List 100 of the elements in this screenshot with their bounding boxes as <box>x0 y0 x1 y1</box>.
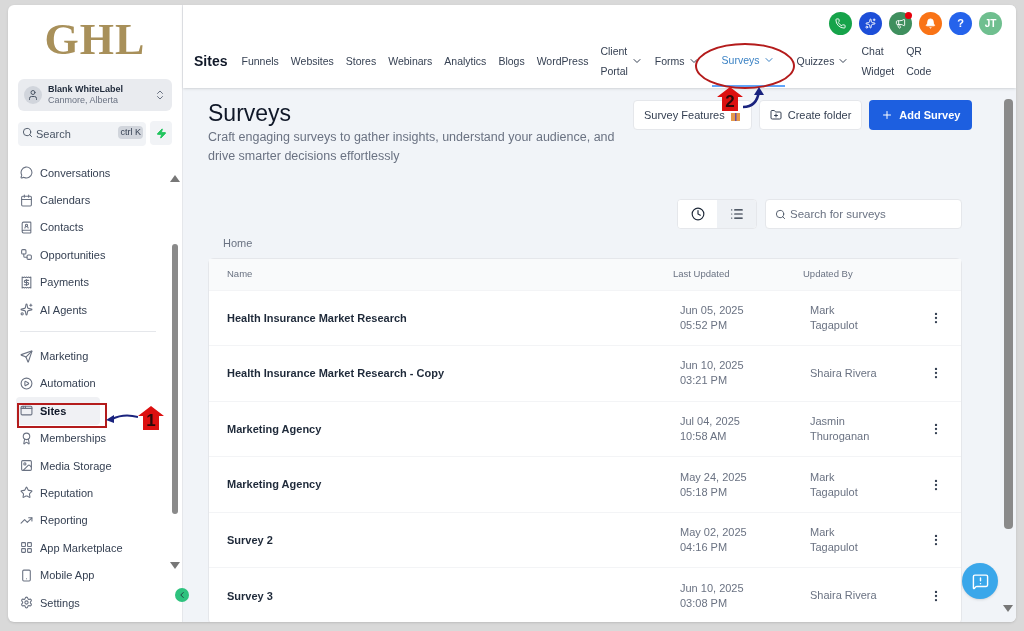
section-title: Sites <box>194 51 228 71</box>
sparkle-icon <box>865 18 876 29</box>
logo: GHL <box>43 14 147 66</box>
nav-tab[interactable]: Webinars <box>388 35 433 87</box>
notifications-button[interactable] <box>919 12 942 35</box>
scroll-down-icon <box>170 562 180 569</box>
nav-tab[interactable]: Blogs <box>498 35 525 87</box>
paper-plane-icon <box>20 349 33 363</box>
table-row[interactable]: Survey 2 May 02, 2025 04:16 PM Mark Tagapulot <box>209 512 961 569</box>
nav-tab[interactable]: Analytics <box>444 35 487 87</box>
address-book-icon <box>20 220 33 234</box>
nav-tab[interactable]: Chat Widget <box>861 35 895 87</box>
nav-item[interactable]: Conversations <box>16 159 119 187</box>
create-folder-button[interactable]: Create folder <box>758 100 863 130</box>
browser-window-icon <box>20 404 33 418</box>
last-updated-cell-text: Jun 10, 2025 03:21 PM <box>680 358 745 389</box>
nav-item[interactable]: Memberships <box>16 424 115 452</box>
nav-tab[interactable]: Forms <box>654 35 700 87</box>
nav-item[interactable]: Media Storage <box>16 451 120 480</box>
star-icon <box>20 486 33 500</box>
add-survey-button[interactable]: Add Survey <box>869 100 973 130</box>
settings-icon <box>20 596 33 610</box>
nav-item[interactable]: Calendars <box>16 186 100 214</box>
nav-item[interactable]: Automation <box>16 369 104 398</box>
updated-by-cell-text: Mark Tagapulot <box>810 302 859 333</box>
user-icon <box>24 86 42 104</box>
nav-tab[interactable]: Client Portal <box>600 35 643 87</box>
sparkle-icon <box>20 303 33 317</box>
shortcut-hint: ctrl K <box>118 126 143 139</box>
nav-item[interactable]: Sites <box>16 397 100 425</box>
nav-tab[interactable]: Quizzes <box>796 35 850 87</box>
nav-item[interactable]: Mobile App <box>16 561 103 589</box>
search-icon <box>775 209 786 220</box>
grid-icon <box>20 541 33 555</box>
nav-tab[interactable]: Surveys <box>711 35 785 87</box>
arrow-icon <box>743 87 767 111</box>
survey-search-field[interactable]: Search for surveys <box>765 199 962 229</box>
last-updated-cell-text: May 02, 2025 04:16 PM <box>680 525 748 556</box>
last-updated-cell-text: Jun 10, 2025 03:08 PM <box>680 580 745 611</box>
table-row[interactable]: Marketing Agency May 24, 2025 05:18 PM Mark Tagapulot <box>209 457 961 513</box>
nav-item[interactable]: Marketing <box>16 342 100 370</box>
collapse-button[interactable] <box>175 588 189 602</box>
survey-name: Survey 3 <box>227 588 274 604</box>
nav-tab[interactable]: WordPress <box>536 35 589 87</box>
lightning-icon <box>155 127 167 139</box>
nav-item[interactable]: Reporting <box>16 506 100 535</box>
survey-name: Marketing Agency <box>227 421 323 437</box>
announcement-button[interactable] <box>889 12 912 35</box>
breadcrumb: Home <box>223 236 254 251</box>
receipt-icon <box>20 275 33 289</box>
arrow-icon <box>104 411 138 425</box>
megaphone-icon <box>895 18 906 29</box>
nav-item[interactable]: AI Agents <box>16 295 100 324</box>
nav-tab[interactable]: Funnels <box>241 35 279 87</box>
scroll-up-icon <box>170 175 180 182</box>
survey-name: Health Insurance Market Research - Copy <box>227 366 446 382</box>
nav-item[interactable]: Reputation <box>16 479 102 507</box>
nav-item[interactable]: Settings <box>16 588 100 617</box>
page-subtitle: Craft engaging surveys to gather insights, understand your audience, and drive smarter decisions effortlessly <box>208 129 616 165</box>
nav-item[interactable]: Contacts <box>16 213 100 242</box>
folder-icon <box>769 109 782 121</box>
plus-icon <box>881 109 894 121</box>
updated-by-cell-text: Mark Tagapulot <box>810 525 859 556</box>
image-icon <box>20 459 33 473</box>
nodes-icon <box>20 248 33 262</box>
nav-tab[interactable]: QR Code <box>906 35 932 87</box>
chevron-icon <box>154 89 166 101</box>
nav-item[interactable]: App Marketplace <box>16 534 131 562</box>
nav-item[interactable]: Payments <box>16 268 100 296</box>
clock-icon <box>690 207 705 221</box>
help-button[interactable]: ? <box>949 12 972 35</box>
table-row[interactable]: Health Insurance Market Research - Copy Jun 10, 2025 03:21 PM Shaira Rivera <box>209 346 961 402</box>
phone-icon <box>835 18 846 29</box>
chevron-left-icon <box>177 590 187 600</box>
feedback-icon <box>971 572 989 590</box>
calendar-icon <box>20 193 33 207</box>
column-header: Updated By <box>803 266 854 281</box>
column-header: Name <box>227 266 254 281</box>
sparkle-button[interactable] <box>859 12 882 35</box>
updated-by-cell-text: Mark Tagapulot <box>810 469 859 500</box>
table-row[interactable]: Survey 3 Jun 10, 2025 03:08 PM Shaira Rivera <box>209 568 961 622</box>
column-header: Last Updated <box>673 266 731 281</box>
chat-bubble-icon <box>20 166 33 180</box>
list-icon <box>729 207 744 221</box>
step-marker: 1 <box>138 406 164 430</box>
nav-item[interactable]: Opportunities <box>16 241 114 269</box>
updated-by-cell-text: Shaira Rivera <box>810 365 878 381</box>
feedback-button[interactable] <box>962 563 998 599</box>
survey-name: Health Insurance Market Research <box>227 310 408 326</box>
play-circle-icon <box>20 376 33 390</box>
account-location: Canmore, Alberta <box>48 95 120 107</box>
last-updated-cell-text: Jun 05, 2025 05:52 PM <box>680 302 745 333</box>
account-switcher[interactable]: Blank WhiteLabel Canmore, Alberta <box>18 79 172 111</box>
survey-name: Survey 2 <box>227 532 274 548</box>
ribbon-icon <box>20 431 33 445</box>
phone-button[interactable] <box>829 12 852 35</box>
table-row[interactable]: Marketing Agency Jul 04, 2025 10:58 AM Jasmin Thuroganan <box>209 401 961 458</box>
nav-tab[interactable]: Stores <box>345 35 377 87</box>
table-row[interactable]: Health Insurance Market Research Jun 05, 2025 05:52 PM Mark Tagapulot <box>209 290 961 347</box>
nav-tab[interactable]: Websites <box>290 35 334 87</box>
